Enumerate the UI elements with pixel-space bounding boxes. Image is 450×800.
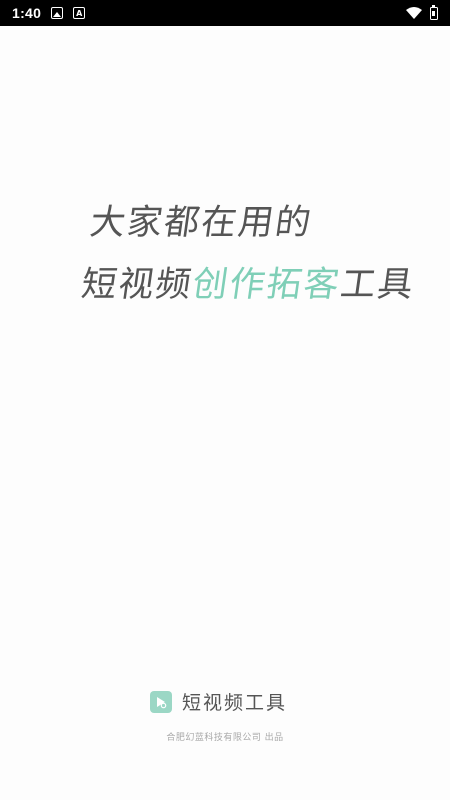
brand-name: 短视频工具 xyxy=(182,692,288,714)
slogan-prefix: 短视频 xyxy=(78,265,196,305)
battery-icon xyxy=(430,4,438,20)
slogan-suffix: 工具 xyxy=(337,265,418,305)
status-time: 1:40 xyxy=(12,5,42,21)
status-right xyxy=(406,4,438,20)
slogan: 大家都在用的 短视频创作拓客工具 xyxy=(77,192,427,316)
slogan-accent: 创作拓客 xyxy=(189,265,344,305)
splash-screen: 1:40 A 大家都在用的 短视频创作拓客工具 短视频工具 合肥幻蓝科技有限公司… xyxy=(0,0,450,800)
play-logo-icon xyxy=(150,690,172,713)
brand: 短视频工具 xyxy=(150,688,287,715)
image-icon xyxy=(51,7,64,19)
status-left: 1:40 A xyxy=(12,5,86,21)
play-logo-glyph xyxy=(157,696,167,708)
slogan-line-1: 大家都在用的 xyxy=(87,203,316,243)
a-icon: A xyxy=(73,7,86,19)
slogan-line-2: 短视频创作拓客工具 xyxy=(77,254,419,316)
status-bar: 1:40 A xyxy=(0,0,450,26)
wifi-icon xyxy=(406,7,422,19)
company-credit: 合肥幻蓝科技有限公司 出品 xyxy=(166,733,284,743)
